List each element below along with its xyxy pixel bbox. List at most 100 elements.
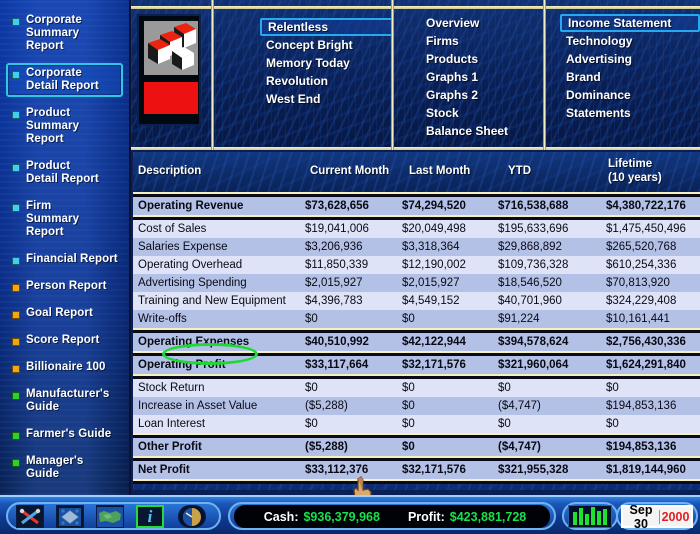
section-list-panel: Overview Firms Products Graphs 1 Graphs 2 Sto… bbox=[394, 0, 546, 150]
sidebar-item-1[interactable]: Corporate Detail Report bbox=[6, 63, 123, 97]
table-row[interactable]: Training and New Equipment $4,396,783 $4,5… bbox=[133, 292, 700, 310]
sidebar-item-0[interactable]: Corporate Summary Report bbox=[6, 10, 123, 57]
col-header-lifetime-sub: (10 years) bbox=[608, 172, 662, 184]
cell-current: $0 bbox=[305, 313, 318, 325]
cell-current: ($5,288) bbox=[305, 441, 348, 453]
cell-lifetime: $194,853,136 bbox=[606, 441, 677, 453]
row-label: Loan Interest bbox=[138, 418, 206, 430]
table-row[interactable]: Increase in Asset Value ($5,288) $0 ($4,747… bbox=[133, 397, 700, 415]
sidebar-item-9[interactable]: Billionaire 100 bbox=[6, 357, 123, 378]
sidebar-bullet-icon bbox=[12, 338, 20, 346]
detail-item-5[interactable]: Statements bbox=[560, 104, 700, 122]
row-label: Cost of Sales bbox=[138, 223, 207, 235]
sidebar-item-7[interactable]: Goal Report bbox=[6, 303, 123, 324]
cell-last: $0 bbox=[402, 441, 415, 453]
detail-item-1[interactable]: Technology bbox=[560, 32, 700, 50]
cash-label: Cash: bbox=[263, 509, 299, 524]
table-row[interactable]: Write-offs $0 $0 $91,224 $10,161,441 bbox=[133, 310, 700, 328]
table-row[interactable]: Operating Expenses $40,510,992 $42,122,944… bbox=[133, 333, 700, 351]
cash-value: $936,379,968 bbox=[303, 509, 380, 524]
cell-last: $0 bbox=[402, 418, 415, 430]
company-item-1[interactable]: Concept Bright bbox=[260, 36, 394, 54]
income-statement-table: Description Current Month Last Month YTD… bbox=[133, 152, 700, 490]
sidebar-bullet-icon bbox=[12, 18, 20, 26]
cell-last: $3,318,364 bbox=[402, 241, 460, 253]
sidebar-item-label: Manager's Guide bbox=[26, 455, 84, 480]
detail-item-2[interactable]: Advertising bbox=[560, 50, 700, 68]
sidebar-item-11[interactable]: Farmer's Guide bbox=[6, 424, 123, 445]
sidebar-item-8[interactable]: Score Report bbox=[6, 330, 123, 351]
table-row[interactable]: Operating Overhead $11,850,339 $12,190,002… bbox=[133, 256, 700, 274]
tools-icon[interactable] bbox=[16, 505, 44, 528]
row-label: Operating Profit bbox=[138, 359, 226, 371]
cell-last: $32,171,576 bbox=[402, 359, 466, 371]
cell-ytd: $321,955,328 bbox=[498, 464, 569, 476]
cell-lifetime: $610,254,336 bbox=[606, 259, 677, 271]
row-label: Training and New Equipment bbox=[138, 295, 286, 307]
game-window: Corporate Summary Report Corporate Detail… bbox=[0, 0, 700, 534]
table-row[interactable]: Operating Revenue $73,628,656 $74,294,520 $… bbox=[133, 197, 700, 215]
cell-ytd: $29,868,892 bbox=[498, 241, 562, 253]
section-item-2[interactable]: Products bbox=[420, 50, 546, 68]
cell-ytd: $394,578,624 bbox=[498, 336, 569, 348]
world-map-icon[interactable] bbox=[96, 505, 124, 528]
cell-current: $0 bbox=[305, 418, 318, 430]
table-row[interactable]: Advertising Spending $2,015,927 $2,015,927… bbox=[133, 274, 700, 292]
sidebar-item-10[interactable]: Manufacturer's Guide bbox=[6, 384, 123, 418]
cube-logo-icon bbox=[144, 21, 198, 75]
sidebar-bullet-icon bbox=[12, 284, 20, 292]
date-month-day: Sep 30 bbox=[629, 502, 653, 531]
table-row[interactable]: Cost of Sales $19,041,006 $20,049,498 $195,… bbox=[133, 220, 700, 238]
sidebar-item-4[interactable]: Firm Summary Report bbox=[6, 196, 123, 243]
table-row[interactable]: Operating Profit $33,117,664 $32,171,576 $3… bbox=[133, 356, 700, 374]
col-header-current-month: Current Month bbox=[310, 165, 390, 177]
cell-current: $33,117,664 bbox=[305, 359, 369, 371]
table-row[interactable]: Loan Interest $0 $0 $0 $0 bbox=[133, 415, 700, 433]
company-list[interactable]: Relentless Concept Bright Memory Today Revo… bbox=[260, 18, 394, 108]
col-header-description: Description bbox=[138, 165, 202, 177]
cell-current: $3,206,936 bbox=[305, 241, 363, 253]
company-item-0[interactable]: Relentless bbox=[260, 18, 394, 36]
section-item-0[interactable]: Overview bbox=[420, 14, 546, 32]
status-bar: i Cash: $936,379,968 Profit: $423,881,72… bbox=[0, 495, 700, 534]
company-item-4[interactable]: West End bbox=[260, 90, 394, 108]
cell-ytd: $40,701,960 bbox=[498, 295, 562, 307]
sidebar-item-label: Product Summary Report bbox=[26, 107, 80, 145]
company-item-3[interactable]: Revolution bbox=[260, 72, 394, 90]
section-item-4[interactable]: Graphs 2 bbox=[420, 86, 546, 104]
cell-current: $33,112,376 bbox=[305, 464, 369, 476]
detail-item-3[interactable]: Brand bbox=[560, 68, 700, 86]
sidebar-item-label: Billionaire 100 bbox=[26, 361, 106, 373]
game-date[interactable]: Sep 30 2000 bbox=[621, 502, 693, 531]
date-year: 2000 bbox=[659, 509, 691, 524]
sidebar-item-3[interactable]: Product Detail Report bbox=[6, 156, 123, 190]
table-row[interactable]: Stock Return $0 $0 $0 $0 bbox=[133, 379, 700, 397]
clock-icon[interactable] bbox=[178, 505, 206, 528]
section-item-3[interactable]: Graphs 1 bbox=[420, 68, 546, 86]
table-row[interactable]: Net Profit $33,112,376 $32,171,576 $321,955… bbox=[133, 461, 700, 479]
section-item-1[interactable]: Firms bbox=[420, 32, 546, 50]
sidebar-bullet-icon bbox=[12, 111, 20, 119]
sidebar-item-label: Corporate Summary Report bbox=[26, 14, 82, 52]
section-list[interactable]: Overview Firms Products Graphs 1 Graphs 2 Sto… bbox=[420, 14, 546, 140]
grid-map-icon[interactable] bbox=[56, 505, 84, 528]
sidebar-item-5[interactable]: Financial Report bbox=[6, 249, 123, 270]
company-item-2[interactable]: Memory Today bbox=[260, 54, 394, 72]
speed-bars-indicator bbox=[568, 505, 612, 528]
table-row[interactable]: Salaries Expense $3,206,936 $3,318,364 $29,… bbox=[133, 238, 700, 256]
detail-list[interactable]: Income Statement Technology Advertising Bra… bbox=[560, 14, 700, 122]
section-item-5[interactable]: Stock bbox=[420, 104, 546, 122]
detail-item-4[interactable]: Dominance bbox=[560, 86, 700, 104]
table-row[interactable]: Other Profit ($5,288) $0 ($4,747) $194,853,1… bbox=[133, 438, 700, 456]
section-item-6[interactable]: Balance Sheet bbox=[420, 122, 546, 140]
info-icon[interactable]: i bbox=[136, 505, 164, 528]
sidebar-item-label: Person Report bbox=[26, 280, 107, 292]
sidebar-item-12[interactable]: Manager's Guide bbox=[6, 451, 123, 485]
sidebar-item-6[interactable]: Person Report bbox=[6, 276, 123, 297]
detail-item-0[interactable]: Income Statement bbox=[560, 14, 700, 32]
cell-last: $0 bbox=[402, 400, 415, 412]
cell-lifetime: $2,756,430,336 bbox=[606, 336, 686, 348]
table-background-fill bbox=[133, 484, 700, 490]
sidebar-item-2[interactable]: Product Summary Report bbox=[6, 103, 123, 150]
row-label: Operating Revenue bbox=[138, 200, 244, 212]
